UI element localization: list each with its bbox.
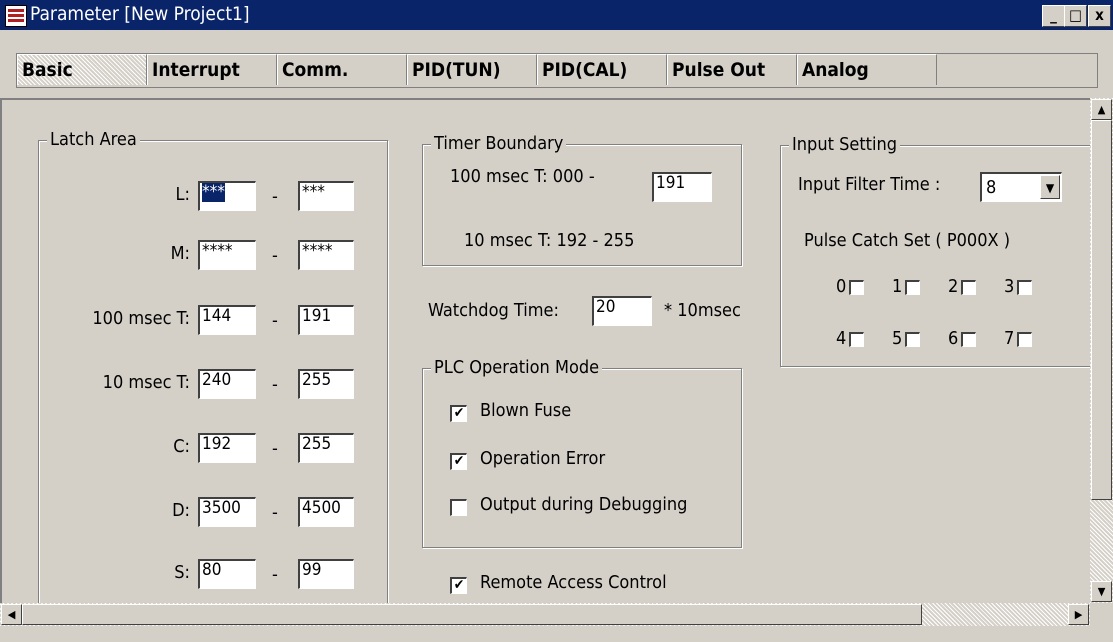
basic-panel: Latch Area Timer Boundary 100 msec T: 00… <box>0 98 1090 603</box>
bottom-border <box>0 626 1113 642</box>
pulse-bit-checkbox[interactable] <box>1017 332 1032 347</box>
range-dash: - <box>272 186 278 207</box>
range-dash: - <box>272 564 278 585</box>
latch-end-field[interactable]: 255 <box>298 433 354 463</box>
input-filter-select[interactable]: 8 ▼ <box>980 172 1062 202</box>
latch-end-field[interactable]: 4500 <box>298 497 354 527</box>
scroll-down-icon[interactable]: ▼ <box>1091 581 1112 602</box>
range-dash: - <box>272 502 278 523</box>
tab-basic[interactable]: Basic <box>17 54 147 85</box>
pulse-bit-label: 0 <box>836 276 847 297</box>
pulse-bit-checkbox[interactable] <box>905 280 920 295</box>
tab-strip: Basic Interrupt Comm. PID(TUN) PID(CAL) … <box>0 30 1113 98</box>
tab-pid-tun[interactable]: PID(TUN) <box>407 54 537 85</box>
check-mark-icon: ✔ <box>453 577 465 593</box>
scroll-left-icon[interactable]: ◀ <box>1 604 22 625</box>
latch-start-field[interactable]: 192 <box>198 433 256 463</box>
plc-mode-option-label: Blown Fuse <box>480 400 572 421</box>
plc-mode-option-label: Output during Debugging <box>480 494 688 515</box>
pulse-bit-checkbox[interactable] <box>905 332 920 347</box>
title-bar[interactable]: Parameter [New Project1] _ □ x <box>0 0 1113 30</box>
pulse-bit-label: 4 <box>836 328 847 349</box>
plc-mode-checkbox[interactable]: ✔ <box>450 453 467 470</box>
timer-boundary-title: Timer Boundary <box>431 133 567 154</box>
timer-10msec-label: 10 msec T: 192 - 255 <box>464 230 635 251</box>
latch-start-field[interactable]: **** <box>198 240 256 270</box>
tab-row: Basic Interrupt Comm. PID(TUN) PID(CAL) … <box>16 53 1098 88</box>
latch-row-label: D: <box>172 500 190 521</box>
chevron-down-icon[interactable]: ▼ <box>1040 175 1060 199</box>
range-dash: - <box>272 374 278 395</box>
close-button[interactable]: x <box>1088 5 1111 27</box>
latch-row-label: S: <box>174 562 190 583</box>
window-title: Parameter [New Project1] <box>30 3 250 25</box>
check-mark-icon: ✔ <box>453 405 465 421</box>
horizontal-scroll-thumb[interactable] <box>22 604 922 625</box>
tab-pid-cal[interactable]: PID(CAL) <box>537 54 667 85</box>
tab-analog[interactable]: Analog <box>797 54 937 85</box>
latch-row-label: M: <box>170 243 190 264</box>
pulse-bit-label: 2 <box>948 276 959 297</box>
pulse-bit-checkbox[interactable] <box>849 280 864 295</box>
vertical-scroll-thumb[interactable] <box>1091 120 1112 500</box>
watchdog-label: Watchdog Time: <box>428 300 559 321</box>
pulse-bit-checkbox[interactable] <box>961 332 976 347</box>
input-filter-label: Input Filter Time : <box>798 174 941 195</box>
range-dash: - <box>272 438 278 459</box>
latch-row-label: 100 msec T: <box>92 308 190 329</box>
pulse-bit-label: 1 <box>892 276 903 297</box>
watchdog-field[interactable]: 20 <box>592 296 652 326</box>
timer-100msec-end-field[interactable]: 191 <box>652 172 712 202</box>
plc-mode-checkbox[interactable]: ✔ <box>450 405 467 422</box>
tab-comm[interactable]: Comm. <box>277 54 407 85</box>
latch-start-field[interactable]: 144 <box>198 305 256 335</box>
plc-mode-option-label: Operation Error <box>480 448 606 469</box>
pulse-bit-checkbox[interactable] <box>1017 280 1032 295</box>
range-dash: - <box>272 310 278 331</box>
pulse-bit-label: 7 <box>1004 328 1015 349</box>
latch-start-field[interactable]: *** <box>198 181 256 211</box>
latch-area-title: Latch Area <box>47 129 140 150</box>
resize-grip-icon[interactable] <box>1090 603 1113 626</box>
app-icon[interactable] <box>5 5 27 27</box>
scroll-up-icon[interactable]: ▲ <box>1091 99 1112 120</box>
pulse-bit-checkbox[interactable] <box>849 332 864 347</box>
minimize-button[interactable]: _ <box>1042 5 1065 27</box>
remote-access-label: Remote Access Control <box>480 572 667 593</box>
watchdog-unit: * 10msec <box>664 300 741 321</box>
maximize-button[interactable]: □ <box>1064 5 1087 27</box>
remote-access-checkbox[interactable]: ✔ <box>450 577 467 594</box>
check-mark-icon: ✔ <box>453 453 465 469</box>
latch-start-field[interactable]: 3500 <box>198 497 256 527</box>
latch-row-label: L: <box>175 184 190 205</box>
scroll-right-icon[interactable]: ▶ <box>1068 604 1089 625</box>
pulse-bit-label: 3 <box>1004 276 1015 297</box>
pulse-bit-label: 6 <box>948 328 959 349</box>
selected-text: *** <box>202 182 225 202</box>
plc-mode-checkbox[interactable] <box>450 499 467 516</box>
horizontal-scrollbar[interactable]: ◀ ▶ <box>0 603 1090 626</box>
pulse-bit-label: 5 <box>892 328 903 349</box>
timer-100msec-label: 100 msec T: 000 - <box>450 166 595 187</box>
tab-pulse-out[interactable]: Pulse Out <box>667 54 797 85</box>
pulse-bit-checkbox[interactable] <box>961 280 976 295</box>
tab-interrupt[interactable]: Interrupt <box>147 54 277 85</box>
plc-mode-title: PLC Operation Mode <box>431 357 603 378</box>
latch-row-label: 10 msec T: <box>102 372 190 393</box>
latch-end-field[interactable]: **** <box>298 240 354 270</box>
latch-end-field[interactable]: *** <box>298 181 354 211</box>
latch-end-field[interactable]: 99 <box>298 559 354 589</box>
range-dash: - <box>272 245 278 266</box>
vertical-scrollbar[interactable]: ▲ ▼ <box>1090 98 1113 603</box>
latch-end-field[interactable]: 191 <box>298 305 354 335</box>
input-setting-title: Input Setting <box>789 134 901 155</box>
input-filter-value: 8 <box>986 177 997 198</box>
latch-end-field[interactable]: 255 <box>298 369 354 399</box>
pulse-catch-label: Pulse Catch Set ( P000X ) <box>804 230 1011 251</box>
latch-start-field[interactable]: 80 <box>198 559 256 589</box>
latch-start-field[interactable]: 240 <box>198 369 256 399</box>
latch-row-label: C: <box>173 436 190 457</box>
